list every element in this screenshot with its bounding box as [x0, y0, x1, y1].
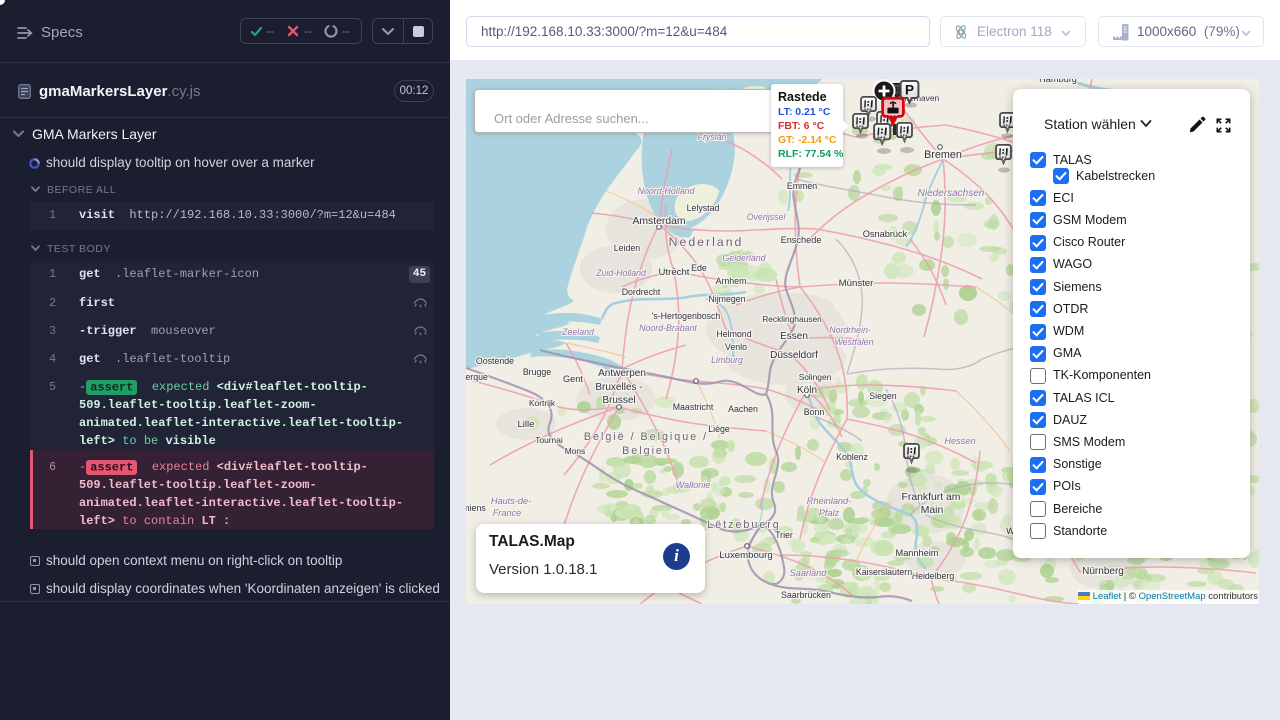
- svg-text:P: P: [905, 83, 914, 98]
